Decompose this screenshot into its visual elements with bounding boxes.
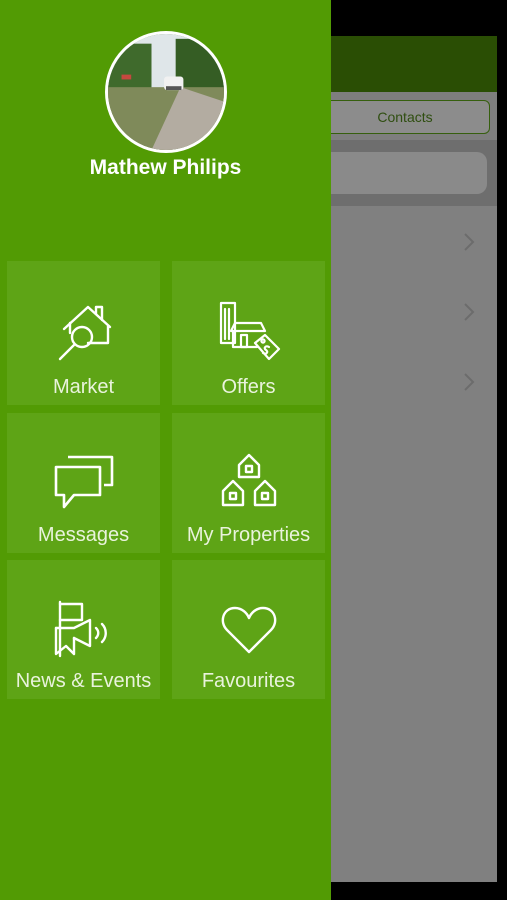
background-search-field[interactable] bbox=[310, 152, 487, 194]
menu-label: News & Events bbox=[15, 670, 152, 692]
menu-label: Market bbox=[52, 376, 115, 398]
chat-bubbles-icon bbox=[52, 451, 116, 515]
chevron-right-icon[interactable] bbox=[462, 302, 476, 322]
menu-item-messages[interactable]: Messages bbox=[7, 413, 160, 553]
chevron-right-icon[interactable] bbox=[462, 372, 476, 392]
houses-icon bbox=[217, 451, 281, 515]
house-search-icon bbox=[52, 299, 116, 363]
menu-label: My Properties bbox=[186, 524, 311, 546]
shop-price-tag-icon bbox=[217, 299, 281, 363]
menu-item-favourites[interactable]: Favourites bbox=[172, 560, 325, 699]
menu-label: Offers bbox=[221, 376, 276, 398]
menu-item-news-events[interactable]: News & Events bbox=[7, 560, 160, 699]
chevron-right-icon[interactable] bbox=[462, 232, 476, 252]
menu-label: Messages bbox=[37, 524, 130, 546]
side-drawer: Mathew Philips Market Offers Messages My… bbox=[0, 0, 331, 900]
menu-label: Favourites bbox=[201, 670, 296, 692]
heart-icon bbox=[217, 598, 281, 662]
menu-item-offers[interactable]: Offers bbox=[172, 261, 325, 405]
contacts-tab[interactable]: Contacts bbox=[320, 100, 490, 134]
avatar[interactable] bbox=[105, 31, 227, 153]
menu-item-my-properties[interactable]: My Properties bbox=[172, 413, 325, 553]
menu-item-market[interactable]: Market bbox=[7, 261, 160, 405]
flag-megaphone-icon bbox=[52, 598, 116, 662]
user-name: Mathew Philips bbox=[89, 156, 242, 179]
